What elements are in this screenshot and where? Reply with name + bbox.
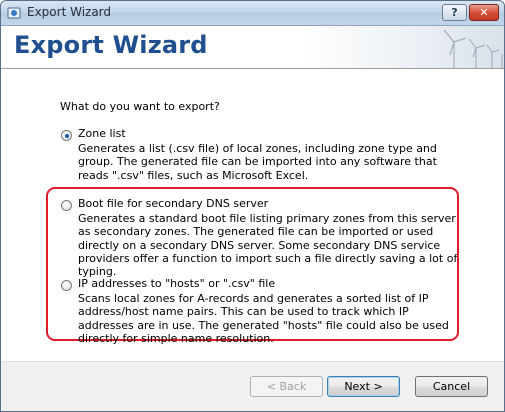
boot-file-label[interactable]: Boot file for secondary DNS server	[78, 197, 268, 210]
wizard-body: What do you want to export? Zone list Ge…	[1, 69, 504, 361]
wind-turbines-illustration	[304, 26, 504, 68]
zone-list-description: Generates a list (.csv file) of local zo…	[78, 142, 437, 182]
export-question: What do you want to export?	[60, 100, 220, 113]
close-button[interactable]: ✕	[469, 4, 499, 21]
zone-list-label[interactable]: Zone list	[78, 127, 126, 140]
ip-addresses-description: Scans local zones for A-records and gene…	[78, 292, 449, 345]
close-icon: ✕	[479, 6, 489, 19]
boot-file-description: Generates a standard boot file listing p…	[78, 212, 458, 279]
wizard-header: Export Wizard	[1, 26, 504, 68]
cancel-button[interactable]: Cancel	[415, 376, 488, 397]
back-button[interactable]: < Back	[250, 376, 323, 397]
ip-addresses-label[interactable]: IP addresses to "hosts" or ".csv" file	[78, 277, 275, 290]
export-wizard-window: Export Wizard ? ✕ Export Wizard What do …	[0, 0, 505, 412]
app-icon	[7, 7, 21, 19]
next-button[interactable]: Next >	[327, 376, 400, 397]
zone-list-radio[interactable]	[61, 130, 72, 141]
window-title: Export Wizard	[27, 5, 112, 19]
footer-divider	[1, 361, 504, 362]
wizard-header-title: Export Wizard	[14, 31, 208, 59]
help-icon: ?	[451, 6, 458, 19]
ip-addresses-radio[interactable]	[61, 280, 72, 291]
title-bar: Export Wizard ? ✕	[1, 1, 504, 26]
help-button[interactable]: ?	[442, 4, 467, 21]
boot-file-radio[interactable]	[61, 200, 72, 211]
